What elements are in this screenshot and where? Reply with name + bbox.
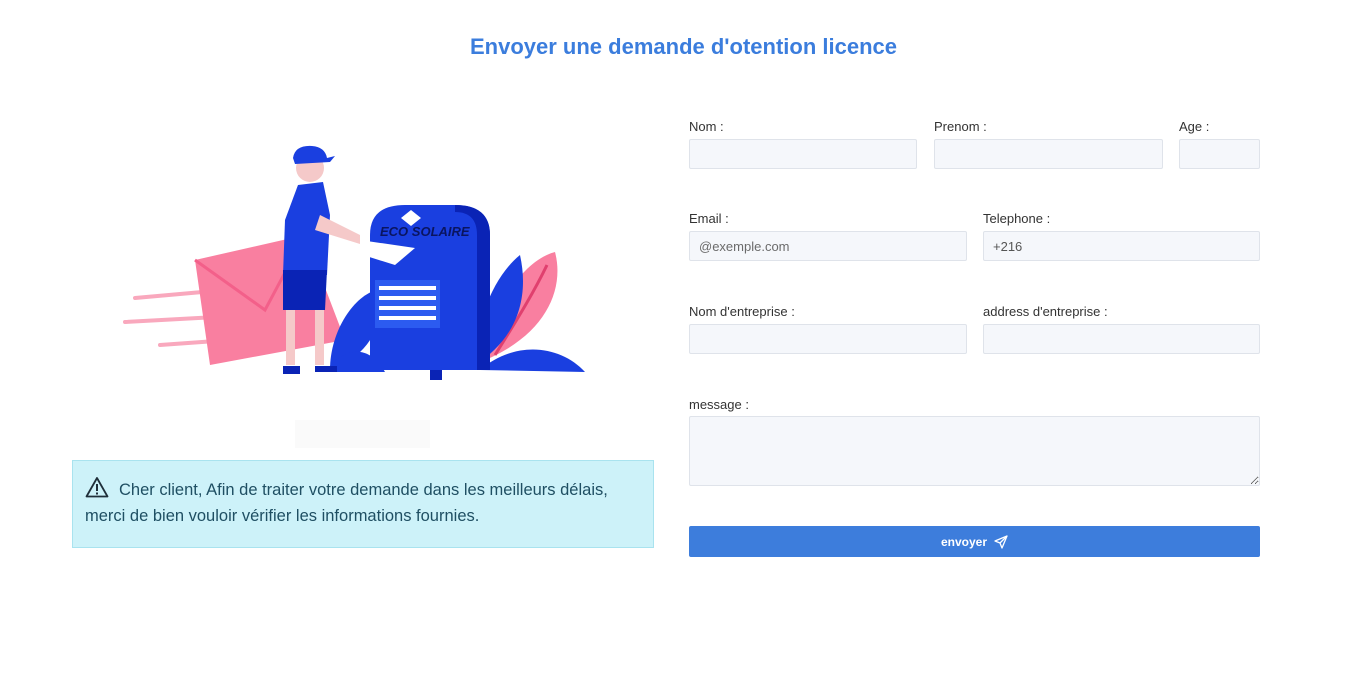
email-label: Email : — [689, 211, 729, 226]
nom-label: Nom : — [689, 119, 724, 134]
submit-button[interactable]: envoyer — [689, 526, 1260, 557]
telephone-label: Telephone : — [983, 211, 1051, 226]
submit-button-label: envoyer — [940, 534, 988, 549]
age-label: Age : — [1179, 119, 1210, 134]
prenom-label: Prenom : — [934, 119, 987, 134]
mailbox-brand-text: ECO SOLAIRE — [380, 224, 470, 239]
mail-delivery-illustration: ECO SOLAIRE — [123, 145, 585, 380]
email-input[interactable] — [689, 231, 967, 261]
send-icon — [994, 534, 1008, 549]
message-label: message : — [689, 397, 749, 412]
company-address-label: address d'entreprise : — [983, 304, 1108, 319]
page-title: Envoyer une demande d'otention licence — [470, 34, 897, 59]
prenom-input[interactable] — [934, 139, 1163, 169]
company-name-label: Nom d'entreprise : — [689, 304, 795, 319]
alert-text: Cher client, Afin de traiter votre deman… — [85, 481, 608, 525]
message-textarea[interactable] — [689, 416, 1260, 486]
info-alert: Cher client, Afin de traiter votre deman… — [72, 460, 654, 548]
illustration-shadow — [295, 420, 430, 448]
company-name-input[interactable] — [689, 324, 967, 354]
age-input[interactable] — [1179, 139, 1260, 169]
telephone-input[interactable] — [983, 231, 1260, 261]
nom-input[interactable] — [689, 139, 917, 169]
warning-triangle-icon — [85, 477, 109, 498]
company-address-input[interactable] — [983, 324, 1260, 354]
